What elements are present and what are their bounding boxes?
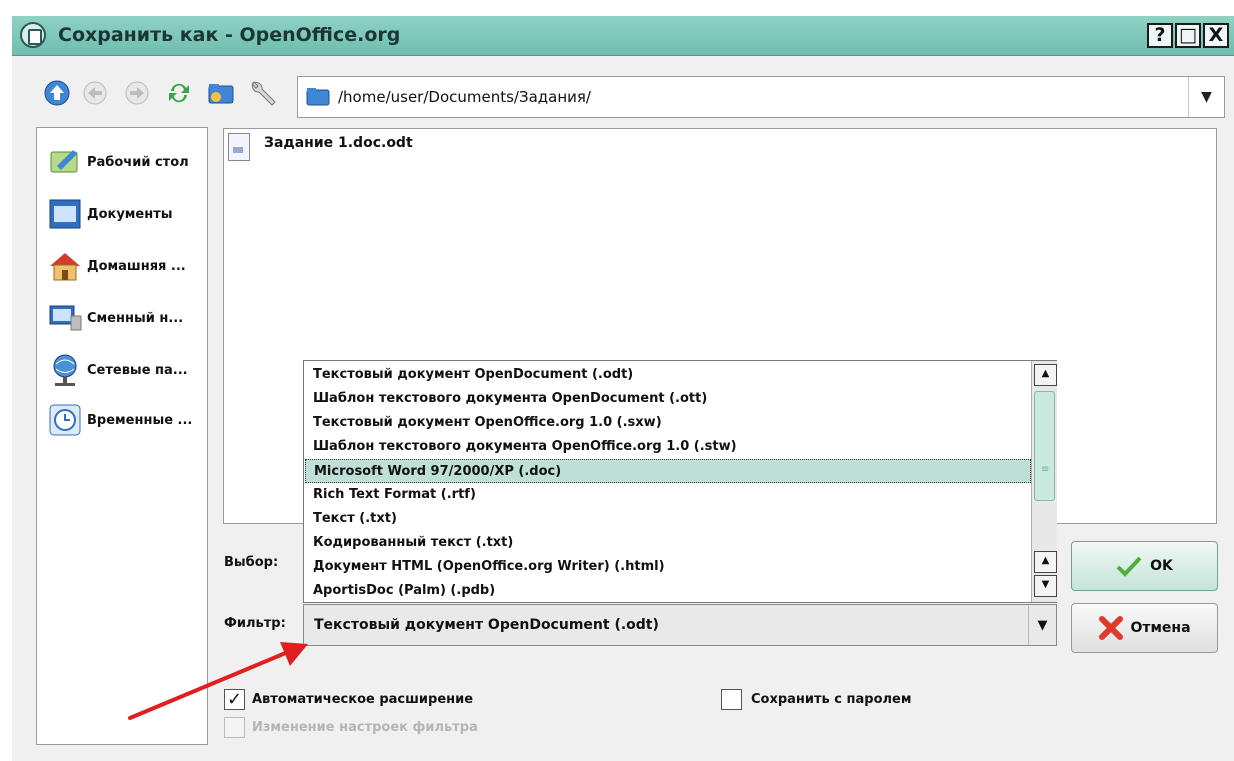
sidebar-item-label: Рабочий стол [87,154,189,170]
network-folder-icon [53,354,77,386]
filter-selected-value: Текстовый документ OpenDocument (.odt) [314,617,659,633]
ok-button[interactable]: OK [1071,541,1218,591]
grip-icon: ≡ [1041,464,1050,475]
help-button[interactable]: ? [1147,23,1173,48]
dropdown-option[interactable]: Шаблон текстового документа OpenDocument… [305,387,1031,411]
dropdown-option[interactable]: Текстовый документ OpenOffice.org 1.0 (.… [305,411,1031,435]
tools-icon[interactable] [248,78,278,108]
title-bar[interactable]: Сохранить как - OpenOffice.org ? □ X [12,16,1234,56]
selection-label: Выбор: [224,555,279,570]
sidebar-item-desktop[interactable]: Рабочий стол [47,140,207,184]
dropdown-scrollbar[interactable]: ▲ ≡ ▲ ▼ [1031,361,1057,602]
cancel-button[interactable]: Отмена [1071,603,1218,653]
sidebar-item-label: Сетевые па... [87,362,188,378]
sidebar-item-removable[interactable]: Сменный н... [47,296,207,340]
filter-dropdown-list[interactable]: Текстовый документ OpenDocument (.odt) Ш… [303,360,1057,603]
maximize-button[interactable]: □ [1175,23,1201,48]
openoffice-app-icon [20,22,46,48]
clock-icon [49,404,81,436]
dropdown-option[interactable]: Текстовый документ OpenDocument (.odt) [305,363,1031,387]
filter-combobox[interactable]: Текстовый документ OpenDocument (.odt) ▼ [303,604,1057,646]
close-button[interactable]: X [1203,23,1229,48]
sidebar-item-label: Домашняя ... [87,258,186,274]
sidebar-item-documents[interactable]: Документы [47,192,207,236]
dropdown-option[interactable]: Документ HTML (OpenOffice.org Writer) (.… [305,555,1031,579]
dropdown-option[interactable]: AportisDoc (Palm) (.pdb) [305,579,1031,603]
cancel-label: Отмена [1130,620,1191,636]
list-item[interactable]: Задание 1.doc.odt [228,133,413,161]
file-name: Задание 1.doc.odt [264,135,413,151]
cancel-x-icon [1099,616,1124,640]
scroll-up-icon[interactable]: ▲ [1034,364,1057,386]
dropdown-option[interactable]: Шаблон текстового документа OpenOffice.o… [305,435,1031,459]
sidebar-item-label: Документы [87,206,173,222]
refresh-icon[interactable] [164,78,194,108]
desktop-icon [50,150,78,173]
save-password-checkbox[interactable] [721,689,742,710]
dropdown-option[interactable]: Кодированный текст (.txt) [305,531,1031,555]
sidebar-item-home[interactable]: Домашняя ... [47,244,207,288]
save-password-label: Сохранить с паролем [751,692,912,707]
sidebar-item-label: Сменный н... [87,310,184,326]
folder-icon [306,86,330,106]
sidebar-item-label: Временные ... [87,412,193,428]
back-arrow-icon[interactable] [80,78,110,108]
path-combobox[interactable]: /home/user/Documents/Задания/ ▼ [297,76,1225,118]
red-arrow-icon [128,642,308,720]
scroll-down-icon[interactable]: ▼ [1034,575,1057,597]
up-arrow-icon[interactable] [42,78,72,108]
chevron-down-icon[interactable]: ▼ [1188,77,1224,117]
sidebar-item-network[interactable]: Сетевые па... [47,348,207,392]
window-title: Сохранить как - OpenOffice.org [58,24,401,46]
new-folder-icon[interactable] [206,78,236,108]
home-icon [50,253,80,281]
checkmark-icon [1116,556,1142,577]
current-path: /home/user/Documents/Задания/ [338,88,591,106]
scrollbar-thumb[interactable]: ≡ [1034,391,1055,501]
scroll-up-icon[interactable]: ▲ [1034,551,1057,573]
ok-label: OK [1150,558,1173,574]
chevron-down-icon[interactable]: ▼ [1028,605,1056,645]
filter-label: Фильтр: [224,616,286,631]
document-icon [228,133,250,161]
dropdown-option-highlighted[interactable]: Microsoft Word 97/2000/XP (.doc) [305,459,1031,483]
forward-arrow-icon[interactable] [122,78,152,108]
sidebar-item-temporary[interactable]: Временные ... [47,398,207,442]
documents-icon [49,199,81,229]
dropdown-option[interactable]: Rich Text Format (.rtf) [305,483,1031,507]
dropdown-option[interactable]: Текст (.txt) [305,507,1031,531]
removable-drive-icon [49,305,82,331]
